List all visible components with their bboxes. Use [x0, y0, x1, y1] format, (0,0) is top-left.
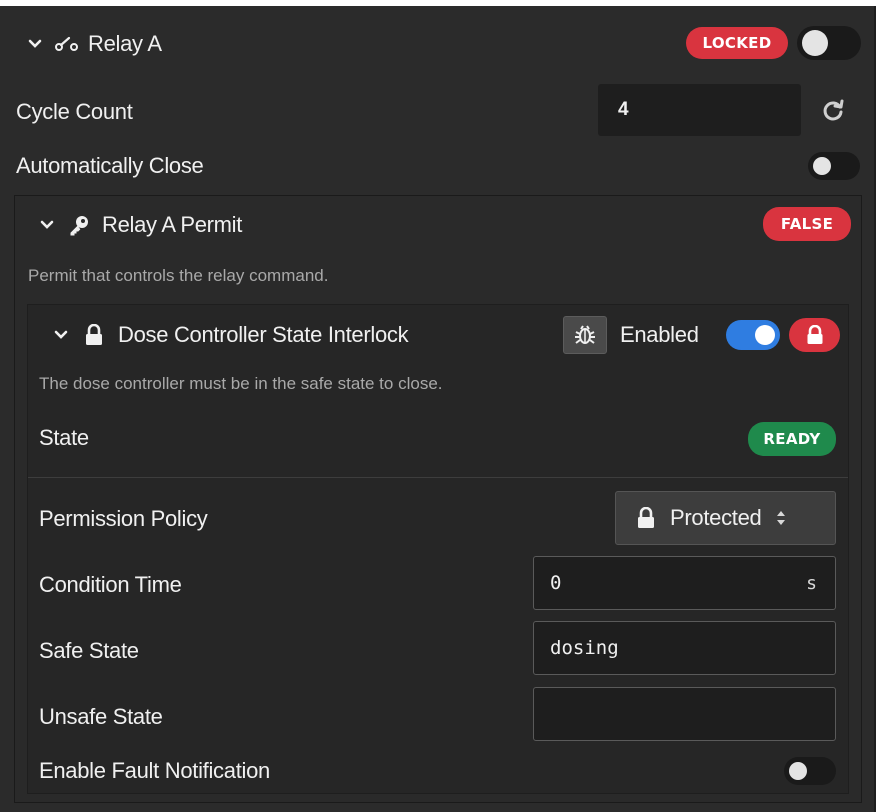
safe-state-value: dosing [550, 637, 619, 659]
unsafe-state-input[interactable] [533, 687, 836, 741]
condition-time-label: Condition Time [39, 572, 182, 597]
relay-toggle[interactable] [797, 26, 861, 60]
auto-close-label: Automatically Close [16, 153, 204, 178]
permission-policy-value: Protected [670, 505, 762, 530]
key-icon [70, 216, 88, 236]
relay-header[interactable]: Relay A [28, 26, 162, 62]
toggle-knob [802, 30, 828, 56]
false-badge: FALSE [763, 207, 851, 241]
interlock-description: The dose controller must be in the safe … [39, 374, 443, 393]
ready-badge: READY [748, 422, 836, 456]
cycle-count-value: 4 [618, 99, 629, 120]
fault-notification-toggle[interactable] [784, 757, 836, 785]
safe-state-input[interactable]: dosing [533, 621, 836, 675]
permission-policy-label: Permission Policy [39, 506, 208, 531]
lock-icon [807, 325, 822, 344]
sort-icon [777, 511, 786, 525]
interlock-header[interactable]: Dose Controller State Interlock [54, 318, 409, 352]
chevron-down-icon[interactable] [28, 37, 42, 51]
refresh-icon[interactable] [821, 98, 845, 122]
interlock-title: Dose Controller State Interlock [118, 322, 409, 347]
chevron-down-icon[interactable] [54, 328, 68, 342]
bug-icon [575, 325, 595, 344]
debug-button[interactable] [563, 316, 607, 354]
condition-time-value: 0 [550, 572, 562, 594]
chevron-down-icon[interactable] [40, 218, 54, 232]
permission-policy-select[interactable]: Protected [615, 491, 836, 545]
lock-icon [86, 324, 102, 345]
enabled-toggle[interactable] [726, 320, 780, 350]
locked-badge: LOCKED [686, 27, 788, 59]
toggle-knob [755, 325, 775, 345]
permit-title: Relay A Permit [102, 212, 243, 237]
condition-time-input[interactable]: 0 s [533, 556, 836, 610]
auto-close-toggle[interactable] [808, 152, 860, 180]
toggle-knob [813, 157, 831, 175]
permit-description: Permit that controls the relay command. [28, 266, 329, 285]
state-label: State [39, 425, 89, 450]
relay-title: Relay A [88, 31, 162, 56]
divider [28, 477, 848, 478]
relay-panel: Relay A LOCKED Cycle Count 4 Automatical… [0, 0, 876, 812]
safe-state-label: Safe State [39, 638, 139, 663]
relay-switch-icon [55, 36, 78, 51]
fault-notification-label: Enable Fault Notification [39, 758, 270, 783]
condition-time-unit: s [806, 572, 817, 594]
lock-icon [638, 507, 654, 528]
toggle-knob [789, 762, 807, 780]
permit-header[interactable]: Relay A Permit [40, 208, 242, 242]
enabled-label: Enabled [620, 322, 699, 347]
unsafe-state-label: Unsafe State [39, 704, 163, 729]
lock-button[interactable] [789, 318, 840, 352]
cycle-count-label: Cycle Count [16, 99, 133, 124]
cycle-count-input[interactable]: 4 [598, 84, 801, 136]
